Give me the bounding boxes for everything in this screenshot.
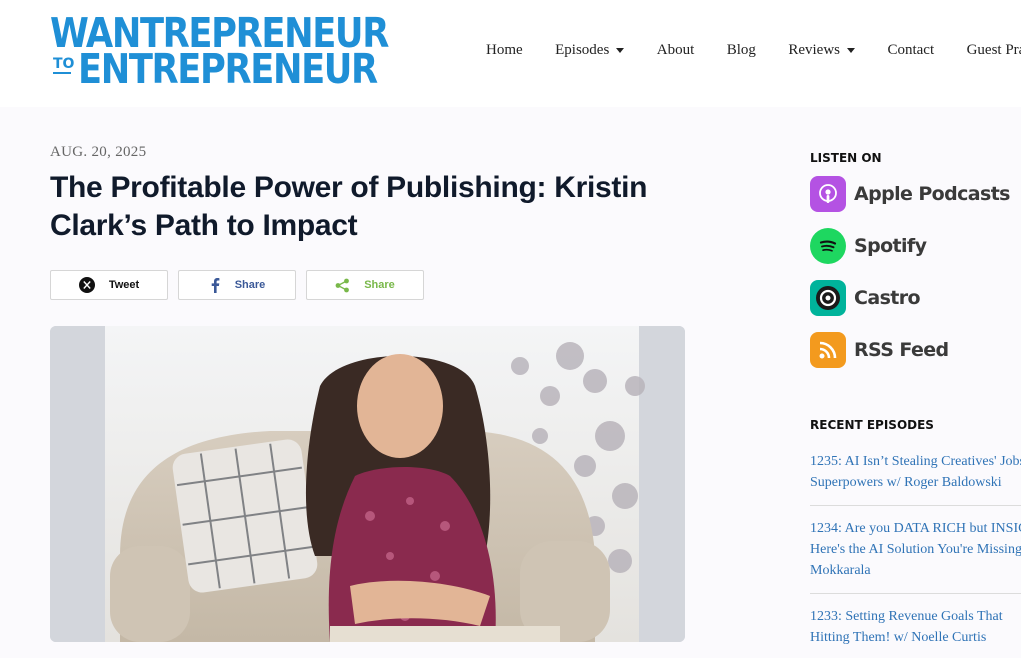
- tweet-button[interactable]: Tweet: [50, 270, 168, 300]
- divider: [810, 505, 1021, 506]
- facebook-icon: [211, 278, 220, 293]
- castro-icon: [810, 280, 846, 316]
- main-nav: Home Episodes About Blog Reviews Contact…: [486, 41, 1021, 61]
- nav-home[interactable]: Home: [486, 42, 523, 59]
- nav-reviews-label: Reviews: [788, 42, 841, 58]
- share-icon: [335, 278, 350, 292]
- post-date: AUG. 20, 2025: [50, 144, 147, 160]
- castro-label: Castro: [854, 287, 921, 309]
- castro-link[interactable]: Castro: [810, 280, 921, 316]
- episode-link-1234[interactable]: 1234: Are you DATA RICH but INSIGHT Here…: [810, 518, 1021, 581]
- nav-about-label: About: [656, 42, 695, 58]
- rss-feed-label: RSS Feed: [854, 339, 949, 361]
- post-title: The Profitable Power of Publishing: Kris…: [50, 171, 648, 242]
- apple-podcasts-icon: [810, 176, 846, 212]
- episode-title-line: 1234: Are you DATA RICH but INSIGHT: [810, 521, 1021, 536]
- episode-link-1235[interactable]: 1235: AI Isn’t Stealing Creatives' Jobs …: [810, 451, 1021, 493]
- episode-title-line: Hitting Them! w/ Noelle Curtis: [810, 630, 987, 645]
- nav-contact[interactable]: Contact: [887, 42, 934, 59]
- episode-link-1233[interactable]: 1233: Setting Revenue Goals That Hitting…: [810, 606, 1021, 648]
- listen-on-heading: LISTEN ON: [810, 151, 882, 165]
- hero-image: [50, 326, 685, 642]
- site-header: WANTREPRENEUR TO ENTREPRENEUR Home Episo…: [0, 0, 1021, 107]
- facebook-share-button[interactable]: Share: [178, 270, 296, 300]
- episode-title-line: Superpowers w/ Roger Baldowski: [810, 475, 1002, 490]
- episode-title-line: 1235: AI Isn’t Stealing Creatives' Jobs: [810, 454, 1021, 469]
- nav-episodes-label: Episodes: [555, 42, 610, 58]
- recent-episodes-heading: RECENT EPISODES: [810, 418, 934, 432]
- guest-photo: [50, 326, 685, 642]
- caret-down-icon: [616, 48, 625, 54]
- nav-home-label: Home: [486, 42, 523, 58]
- nav-guest-praise-label: Guest Praise: [966, 42, 1021, 58]
- logo-line-2: ENTREPRENEUR: [78, 45, 378, 93]
- logo-to: TO: [53, 56, 75, 74]
- nav-episodes[interactable]: Episodes: [555, 42, 625, 59]
- nav-reviews[interactable]: Reviews: [788, 42, 856, 59]
- episode-title-line: Here's the AI Solution You're Missing: [810, 542, 1021, 557]
- apple-podcasts-link[interactable]: Apple Podcasts: [810, 176, 1010, 212]
- spotify-icon: [810, 228, 846, 264]
- episode-title-line: 1233: Setting Revenue Goals That: [810, 609, 1003, 624]
- spotify-label: Spotify: [854, 235, 927, 257]
- generic-share-button[interactable]: Share: [306, 270, 424, 300]
- nav-blog[interactable]: Blog: [727, 42, 756, 59]
- facebook-share-label: Share: [234, 279, 266, 291]
- caret-down-icon: [847, 48, 856, 54]
- divider: [810, 593, 1021, 594]
- rss-icon: [810, 332, 846, 368]
- tweet-label: Tweet: [108, 279, 140, 291]
- site-logo[interactable]: WANTREPRENEUR TO ENTREPRENEUR: [50, 9, 389, 93]
- generic-share-label: Share: [364, 279, 395, 291]
- episode-title-line: Mokkarala: [810, 563, 871, 578]
- apple-podcasts-label: Apple Podcasts: [854, 183, 1010, 205]
- nav-blog-label: Blog: [726, 42, 756, 58]
- nav-about[interactable]: About: [657, 42, 695, 59]
- x-logo-icon: [78, 277, 95, 293]
- nav-guest-praise[interactable]: Guest Praise: [967, 42, 1021, 59]
- spotify-link[interactable]: Spotify: [810, 228, 927, 264]
- rss-feed-link[interactable]: RSS Feed: [810, 332, 949, 368]
- nav-contact-label: Contact: [887, 42, 935, 58]
